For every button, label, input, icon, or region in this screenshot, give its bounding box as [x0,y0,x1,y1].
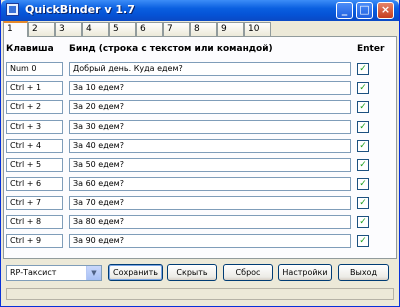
tab-strip: 1 2 3 4 5 6 7 8 9 10 [3,21,397,37]
key-field[interactable]: Ctrl + 3 [6,120,63,134]
bind-row: Ctrl + 9 За 90 едем? ✓ [1,234,400,248]
bind-text-field[interactable]: За 70 едем? [69,196,351,210]
bind-text-field[interactable]: За 90 едем? [69,234,351,248]
key-field[interactable]: Num 0 [6,62,63,76]
maximize-button[interactable]: □ [356,2,373,19]
enter-checkbox[interactable]: ✓ [357,63,369,75]
enter-column-header: Enter [357,44,385,54]
key-field[interactable]: Ctrl + 7 [6,196,63,210]
profile-select-value: RP-Таксист [10,268,57,277]
enter-checkbox[interactable]: ✓ [357,101,369,113]
bind-text-field[interactable]: За 30 едем? [69,120,351,134]
enter-checkbox[interactable]: ✓ [357,121,369,133]
bind-column-header: Бинд (строка с текстом или командой) [69,44,273,54]
tab-1[interactable]: 1 [3,21,28,37]
bind-text-field[interactable]: Добрый день. Куда едем? [69,62,351,76]
bind-text-field[interactable]: За 40 едем? [69,139,351,153]
minimize-button[interactable]: _ [336,2,353,19]
bind-row: Ctrl + 3 За 30 едем? ✓ [1,120,400,134]
enter-checkbox[interactable]: ✓ [357,235,369,247]
enter-checkbox[interactable]: ✓ [357,140,369,152]
save-button[interactable]: Сохранить [108,264,163,281]
profile-select[interactable]: RP-Таксист ▼ [6,265,102,281]
bind-text-field[interactable]: За 80 едем? [69,215,351,229]
bind-text-field[interactable]: За 10 едем? [69,81,351,95]
exit-button[interactable]: Выход [338,264,389,281]
key-field[interactable]: Ctrl + 2 [6,100,63,114]
tab-8[interactable]: 8 [190,22,217,36]
bind-row: Ctrl + 7 За 70 едем? ✓ [1,196,400,210]
tab-7[interactable]: 7 [163,22,190,36]
bind-row: Ctrl + 1 За 10 едем? ✓ [1,81,400,95]
key-field[interactable]: Ctrl + 5 [6,158,63,172]
key-field[interactable]: Ctrl + 6 [6,177,63,191]
bind-text-field[interactable]: За 50 едем? [69,158,351,172]
key-field[interactable]: Ctrl + 8 [6,215,63,229]
tab-3[interactable]: 3 [55,22,82,36]
tab-10[interactable]: 10 [244,22,271,36]
tab-2[interactable]: 2 [28,22,55,36]
quickbinder-window: QuickBinder v 1.7 _ □ × 1 2 3 4 5 6 7 8 … [0,0,400,307]
enter-checkbox[interactable]: ✓ [357,197,369,209]
tab-5[interactable]: 5 [109,22,136,36]
status-bar [6,288,394,300]
bind-row: Ctrl + 2 За 20 едем? ✓ [1,100,400,114]
enter-checkbox[interactable]: ✓ [357,216,369,228]
tab-4[interactable]: 4 [82,22,109,36]
enter-checkbox[interactable]: ✓ [357,178,369,190]
bind-row: Ctrl + 8 За 80 едем? ✓ [1,215,400,229]
tab-6[interactable]: 6 [136,22,163,36]
bind-row: Ctrl + 5 За 50 едем? ✓ [1,158,400,172]
key-column-header: Клавиша [6,44,54,54]
window-title: QuickBinder v 1.7 [25,3,135,16]
reset-button[interactable]: Сброс [223,264,273,281]
chevron-down-icon[interactable]: ▼ [86,266,101,280]
enter-checkbox[interactable]: ✓ [357,159,369,171]
bind-row: Ctrl + 4 За 40 едем? ✓ [1,139,400,153]
app-icon [6,3,19,16]
key-field[interactable]: Ctrl + 1 [6,81,63,95]
key-field[interactable]: Ctrl + 9 [6,234,63,248]
bind-row: Ctrl + 6 За 60 едем? ✓ [1,177,400,191]
tab-9[interactable]: 9 [217,22,244,36]
bind-row: Num 0 Добрый день. Куда едем? ✓ [1,62,400,76]
bottom-toolbar: RP-Таксист ▼ Сохранить Скрыть Сброс Наст… [1,263,400,283]
settings-button[interactable]: Настройки [278,264,332,281]
bind-text-field[interactable]: За 20 едем? [69,100,351,114]
bind-text-field[interactable]: За 60 едем? [69,177,351,191]
hide-button[interactable]: Скрыть [167,264,217,281]
title-bar[interactable]: QuickBinder v 1.7 _ □ × [1,0,399,21]
close-button[interactable]: × [377,2,394,19]
key-field[interactable]: Ctrl + 4 [6,139,63,153]
enter-checkbox[interactable]: ✓ [357,82,369,94]
